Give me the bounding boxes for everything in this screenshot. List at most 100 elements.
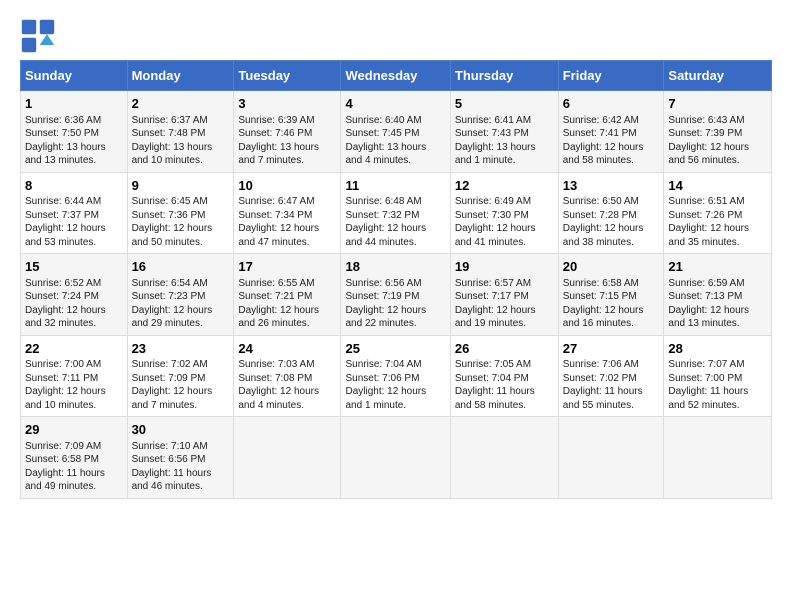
day-number: 3 <box>238 95 336 113</box>
calendar-cell: 1Sunrise: 6:36 AM Sunset: 7:50 PM Daylig… <box>21 91 128 173</box>
day-info: Sunrise: 6:50 AM Sunset: 7:28 PM Dayligh… <box>563 195 660 249</box>
calendar-cell <box>341 417 450 499</box>
calendar-cell: 6Sunrise: 6:42 AM Sunset: 7:41 PM Daylig… <box>558 91 664 173</box>
calendar-cell: 13Sunrise: 6:50 AM Sunset: 7:28 PM Dayli… <box>558 172 664 254</box>
day-number: 7 <box>668 95 767 113</box>
day-number: 11 <box>345 177 445 195</box>
calendar-week-row: 29Sunrise: 7:09 AM Sunset: 6:58 PM Dayli… <box>21 417 772 499</box>
day-info: Sunrise: 6:52 AM Sunset: 7:24 PM Dayligh… <box>25 277 123 331</box>
calendar-cell: 15Sunrise: 6:52 AM Sunset: 7:24 PM Dayli… <box>21 254 128 336</box>
day-info: Sunrise: 6:49 AM Sunset: 7:30 PM Dayligh… <box>455 195 554 249</box>
day-number: 8 <box>25 177 123 195</box>
calendar-cell: 12Sunrise: 6:49 AM Sunset: 7:30 PM Dayli… <box>450 172 558 254</box>
header <box>20 18 772 54</box>
calendar-cell: 21Sunrise: 6:59 AM Sunset: 7:13 PM Dayli… <box>664 254 772 336</box>
day-info: Sunrise: 7:07 AM Sunset: 7:00 PM Dayligh… <box>668 358 767 412</box>
calendar-header: SundayMondayTuesdayWednesdayThursdayFrid… <box>21 61 772 91</box>
calendar-cell <box>450 417 558 499</box>
day-number: 27 <box>563 340 660 358</box>
weekday-header-sunday: Sunday <box>21 61 128 91</box>
calendar-cell: 10Sunrise: 6:47 AM Sunset: 7:34 PM Dayli… <box>234 172 341 254</box>
calendar-cell: 14Sunrise: 6:51 AM Sunset: 7:26 PM Dayli… <box>664 172 772 254</box>
calendar-cell: 19Sunrise: 6:57 AM Sunset: 7:17 PM Dayli… <box>450 254 558 336</box>
calendar-body: 1Sunrise: 6:36 AM Sunset: 7:50 PM Daylig… <box>21 91 772 499</box>
day-info: Sunrise: 6:56 AM Sunset: 7:19 PM Dayligh… <box>345 277 445 331</box>
calendar-cell: 27Sunrise: 7:06 AM Sunset: 7:02 PM Dayli… <box>558 335 664 417</box>
day-info: Sunrise: 6:36 AM Sunset: 7:50 PM Dayligh… <box>25 114 123 168</box>
day-info: Sunrise: 6:54 AM Sunset: 7:23 PM Dayligh… <box>132 277 230 331</box>
day-number: 4 <box>345 95 445 113</box>
calendar-week-row: 15Sunrise: 6:52 AM Sunset: 7:24 PM Dayli… <box>21 254 772 336</box>
calendar-cell: 11Sunrise: 6:48 AM Sunset: 7:32 PM Dayli… <box>341 172 450 254</box>
day-info: Sunrise: 7:09 AM Sunset: 6:58 PM Dayligh… <box>25 440 123 494</box>
day-number: 18 <box>345 258 445 276</box>
calendar-cell: 30Sunrise: 7:10 AM Sunset: 6:56 PM Dayli… <box>127 417 234 499</box>
weekday-header-tuesday: Tuesday <box>234 61 341 91</box>
day-info: Sunrise: 6:42 AM Sunset: 7:41 PM Dayligh… <box>563 114 660 168</box>
day-number: 20 <box>563 258 660 276</box>
day-info: Sunrise: 6:39 AM Sunset: 7:46 PM Dayligh… <box>238 114 336 168</box>
calendar-cell: 20Sunrise: 6:58 AM Sunset: 7:15 PM Dayli… <box>558 254 664 336</box>
day-info: Sunrise: 6:55 AM Sunset: 7:21 PM Dayligh… <box>238 277 336 331</box>
main-container: SundayMondayTuesdayWednesdayThursdayFrid… <box>0 0 792 509</box>
day-info: Sunrise: 6:48 AM Sunset: 7:32 PM Dayligh… <box>345 195 445 249</box>
day-info: Sunrise: 7:06 AM Sunset: 7:02 PM Dayligh… <box>563 358 660 412</box>
day-number: 30 <box>132 421 230 439</box>
day-info: Sunrise: 6:59 AM Sunset: 7:13 PM Dayligh… <box>668 277 767 331</box>
weekday-header-thursday: Thursday <box>450 61 558 91</box>
day-info: Sunrise: 6:45 AM Sunset: 7:36 PM Dayligh… <box>132 195 230 249</box>
day-info: Sunrise: 7:02 AM Sunset: 7:09 PM Dayligh… <box>132 358 230 412</box>
weekday-header-saturday: Saturday <box>664 61 772 91</box>
logo <box>20 18 60 54</box>
day-number: 10 <box>238 177 336 195</box>
logo-icon <box>20 18 56 54</box>
day-number: 15 <box>25 258 123 276</box>
weekday-header-monday: Monday <box>127 61 234 91</box>
day-number: 26 <box>455 340 554 358</box>
day-info: Sunrise: 6:44 AM Sunset: 7:37 PM Dayligh… <box>25 195 123 249</box>
calendar-cell: 7Sunrise: 6:43 AM Sunset: 7:39 PM Daylig… <box>664 91 772 173</box>
day-info: Sunrise: 7:10 AM Sunset: 6:56 PM Dayligh… <box>132 440 230 494</box>
day-number: 21 <box>668 258 767 276</box>
calendar-cell: 29Sunrise: 7:09 AM Sunset: 6:58 PM Dayli… <box>21 417 128 499</box>
day-number: 19 <box>455 258 554 276</box>
calendar-cell: 8Sunrise: 6:44 AM Sunset: 7:37 PM Daylig… <box>21 172 128 254</box>
day-number: 23 <box>132 340 230 358</box>
calendar-week-row: 8Sunrise: 6:44 AM Sunset: 7:37 PM Daylig… <box>21 172 772 254</box>
day-number: 9 <box>132 177 230 195</box>
calendar-cell: 18Sunrise: 6:56 AM Sunset: 7:19 PM Dayli… <box>341 254 450 336</box>
day-info: Sunrise: 6:47 AM Sunset: 7:34 PM Dayligh… <box>238 195 336 249</box>
calendar-cell: 23Sunrise: 7:02 AM Sunset: 7:09 PM Dayli… <box>127 335 234 417</box>
calendar-cell <box>664 417 772 499</box>
day-number: 14 <box>668 177 767 195</box>
day-info: Sunrise: 6:40 AM Sunset: 7:45 PM Dayligh… <box>345 114 445 168</box>
calendar-week-row: 22Sunrise: 7:00 AM Sunset: 7:11 PM Dayli… <box>21 335 772 417</box>
day-number: 13 <box>563 177 660 195</box>
day-number: 1 <box>25 95 123 113</box>
calendar-cell: 25Sunrise: 7:04 AM Sunset: 7:06 PM Dayli… <box>341 335 450 417</box>
calendar-cell: 9Sunrise: 6:45 AM Sunset: 7:36 PM Daylig… <box>127 172 234 254</box>
calendar-cell: 16Sunrise: 6:54 AM Sunset: 7:23 PM Dayli… <box>127 254 234 336</box>
day-info: Sunrise: 6:43 AM Sunset: 7:39 PM Dayligh… <box>668 114 767 168</box>
day-number: 12 <box>455 177 554 195</box>
calendar-cell: 2Sunrise: 6:37 AM Sunset: 7:48 PM Daylig… <box>127 91 234 173</box>
weekday-header-row: SundayMondayTuesdayWednesdayThursdayFrid… <box>21 61 772 91</box>
calendar-cell: 5Sunrise: 6:41 AM Sunset: 7:43 PM Daylig… <box>450 91 558 173</box>
calendar-cell: 24Sunrise: 7:03 AM Sunset: 7:08 PM Dayli… <box>234 335 341 417</box>
day-info: Sunrise: 7:00 AM Sunset: 7:11 PM Dayligh… <box>25 358 123 412</box>
calendar-cell: 17Sunrise: 6:55 AM Sunset: 7:21 PM Dayli… <box>234 254 341 336</box>
day-info: Sunrise: 6:41 AM Sunset: 7:43 PM Dayligh… <box>455 114 554 168</box>
calendar-week-row: 1Sunrise: 6:36 AM Sunset: 7:50 PM Daylig… <box>21 91 772 173</box>
calendar-cell: 28Sunrise: 7:07 AM Sunset: 7:00 PM Dayli… <box>664 335 772 417</box>
day-number: 17 <box>238 258 336 276</box>
day-number: 28 <box>668 340 767 358</box>
day-number: 22 <box>25 340 123 358</box>
calendar-cell <box>558 417 664 499</box>
day-number: 29 <box>25 421 123 439</box>
day-info: Sunrise: 7:05 AM Sunset: 7:04 PM Dayligh… <box>455 358 554 412</box>
calendar-cell: 26Sunrise: 7:05 AM Sunset: 7:04 PM Dayli… <box>450 335 558 417</box>
weekday-header-friday: Friday <box>558 61 664 91</box>
day-info: Sunrise: 6:57 AM Sunset: 7:17 PM Dayligh… <box>455 277 554 331</box>
calendar-cell <box>234 417 341 499</box>
calendar-cell: 4Sunrise: 6:40 AM Sunset: 7:45 PM Daylig… <box>341 91 450 173</box>
